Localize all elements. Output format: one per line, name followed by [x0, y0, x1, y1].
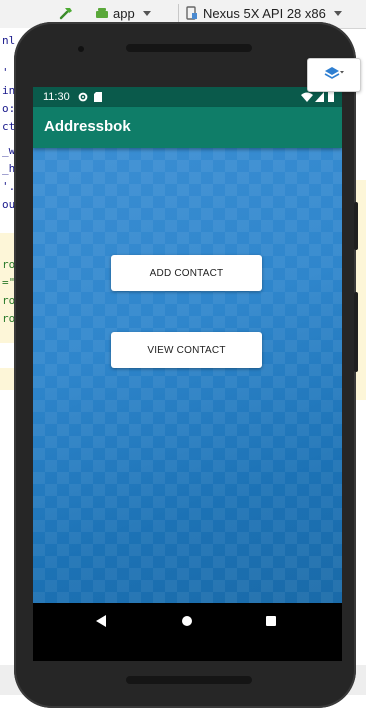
hammer-icon[interactable]	[58, 5, 74, 21]
main-content: ADD CONTACT VIEW CONTACT	[33, 148, 342, 603]
navigation-bar	[33, 603, 342, 639]
earpiece-speaker	[126, 44, 252, 52]
device-screen: 11:30 Addressbok ADD CONTACT VIEW CONTAC…	[33, 87, 342, 661]
toolbar-divider	[178, 4, 179, 24]
gear-icon	[78, 92, 88, 102]
wifi-icon	[301, 92, 313, 105]
layers-icon	[323, 65, 345, 86]
layers-tool-button[interactable]	[307, 58, 361, 92]
device-selector[interactable]: Nexus 5X API 28 x86	[186, 3, 342, 23]
add-contact-button[interactable]: ADD CONTACT	[111, 255, 262, 291]
app-title: Addressbok	[44, 118, 131, 135]
status-icons	[301, 91, 334, 105]
signal-icon	[315, 91, 324, 105]
volume-button[interactable]	[354, 292, 358, 372]
chevron-down-icon	[333, 10, 342, 16]
module-label: app	[113, 5, 135, 21]
front-camera	[78, 46, 84, 52]
status-time: 11:30	[43, 91, 70, 103]
bottom-speaker	[126, 676, 252, 684]
chevron-down-icon	[142, 10, 151, 16]
home-circle-icon[interactable]	[179, 613, 195, 629]
power-button[interactable]	[354, 202, 358, 250]
android-app-icon	[95, 7, 109, 19]
device-label: Nexus 5X API 28 x86	[203, 5, 326, 21]
recent-apps-icon[interactable]	[263, 613, 279, 629]
device-icon	[186, 6, 198, 20]
back-triangle-icon[interactable]	[93, 613, 109, 629]
view-contact-button[interactable]: VIEW CONTACT	[111, 332, 262, 368]
code-fragment: nl	[2, 34, 16, 47]
app-bar: Addressbok	[33, 107, 342, 148]
status-bar: 11:30	[33, 87, 342, 107]
code-fragment: '	[2, 66, 9, 79]
phone-frame: 11:30 Addressbok ADD CONTACT VIEW CONTAC…	[14, 22, 358, 708]
battery-icon	[328, 91, 334, 105]
module-selector[interactable]: app	[95, 3, 151, 23]
sd-card-icon	[93, 92, 102, 102]
